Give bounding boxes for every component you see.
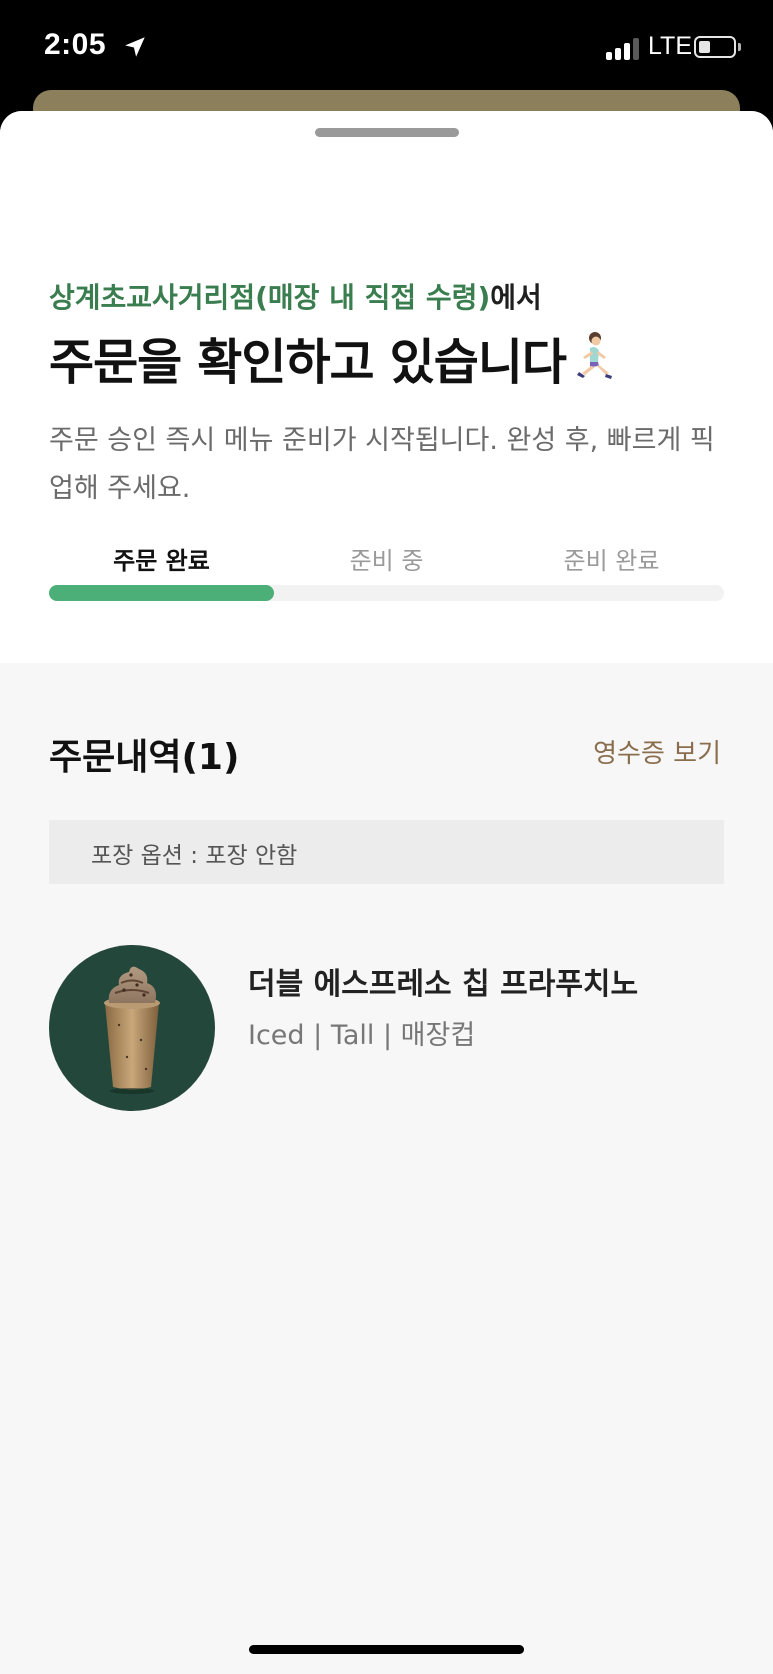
network-label: LTE (648, 32, 692, 60)
home-indicator (249, 1645, 524, 1654)
step-order-complete: 주문 완료 (113, 547, 210, 575)
status-time: 2:05 (44, 28, 107, 61)
status-headline: 주문을 확인하고 있습니다 (49, 323, 624, 394)
order-item: 더블 에스프레소 칩 프라푸치노 Iced | Tall | 매장컵 (49, 945, 724, 1111)
store-line: 상계초교사거리점(매장 내 직접 수령)에서 (49, 276, 542, 316)
signal-icon (606, 36, 642, 60)
status-bar: 2:05 LTE (0, 0, 773, 100)
order-history-title: 주문내역(1) (49, 737, 240, 778)
runner-icon (577, 332, 612, 379)
item-name: 더블 에스프레소 칩 프라푸치노 (248, 967, 639, 1002)
view-receipt-link[interactable]: 영수증 보기 (593, 733, 721, 770)
store-name: 상계초교사거리점(매장 내 직접 수령) (49, 281, 491, 314)
store-suffix: 에서 (490, 281, 542, 314)
battery-icon (694, 36, 736, 58)
order-status-section: 상계초교사거리점(매장 내 직접 수령)에서 주문을 확인하고 있습니다 주문 … (0, 111, 773, 663)
location-arrow-icon (125, 37, 145, 57)
sheet-grabber-handle[interactable] (315, 128, 459, 137)
step-preparing: 준비 중 (349, 547, 424, 575)
headline-text: 주문을 확인하고 있습니다 (49, 334, 567, 391)
progress-fill (49, 585, 274, 601)
item-options: Iced | Tall | 매장컵 (248, 1020, 476, 1051)
status-description: 주문 승인 즉시 메뉴 준비가 시작됩니다. 완성 후, 빠르게 픽업해 주세요… (49, 425, 715, 504)
frappuccino-drink-icon (49, 945, 215, 1111)
progress-steps: 주문 완료 준비 중 준비 완료 (49, 541, 724, 581)
packaging-option-box: 포장 옵션 : 포장 안함 (49, 820, 724, 884)
progress-track (49, 585, 724, 601)
packaging-option-text: 포장 옵션 : 포장 안함 (91, 843, 298, 869)
step-ready: 준비 완료 (563, 547, 660, 575)
battery-cap (738, 43, 741, 51)
order-status-sheet: 상계초교사거리점(매장 내 직접 수령)에서 주문을 확인하고 있습니다 주문 … (0, 111, 773, 1674)
